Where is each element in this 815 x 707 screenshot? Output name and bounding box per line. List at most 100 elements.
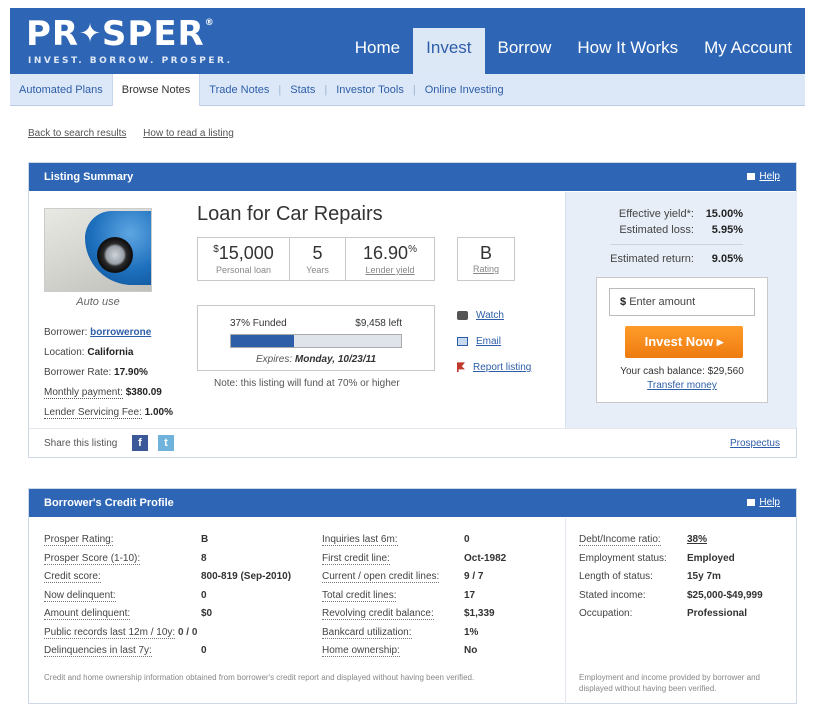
credit-key[interactable]: Total credit lines:	[322, 589, 397, 602]
report-listing-link[interactable]: Report listing	[457, 355, 531, 381]
funding-row: 37% Funded $9,458 left	[230, 318, 402, 329]
watch-link[interactable]: Watch	[457, 303, 531, 329]
credit-key[interactable]: Public records last 12m / 10y:	[44, 626, 176, 639]
lender-yield-label[interactable]: Lender yield	[346, 265, 434, 275]
credit-row: Current / open credit lines: 9 / 7	[322, 568, 572, 587]
registered-icon: ®	[204, 18, 215, 28]
sub-nav: Automated Plans Browse Notes Trade Notes…	[10, 73, 805, 106]
credit-key[interactable]: Revolving credit balance:	[322, 608, 434, 620]
credit-key[interactable]: Debt/Income ratio:	[579, 534, 661, 546]
listing-photo[interactable]	[44, 208, 152, 292]
how-to-read-link[interactable]: How to read a listing	[143, 128, 234, 139]
credit-row: First credit line: Oct-1982	[322, 550, 572, 569]
yield-summary: Effective yield*: 15.00% Estimated loss:…	[610, 206, 743, 267]
servicing-fee-key[interactable]: Lender Servicing Fee:	[44, 407, 142, 419]
credit-key: Stated income:	[579, 589, 646, 601]
share-row: Share this listing f t Prospectus	[29, 428, 796, 458]
credit-value: 15y 7m	[687, 571, 721, 582]
car-wheel	[97, 237, 133, 273]
location-row: Location: California	[44, 343, 173, 363]
funding-progress-bar	[230, 334, 402, 348]
nav-my-account[interactable]: My Account	[691, 28, 805, 74]
amount-value: 15,000	[218, 243, 274, 263]
estimated-loss-row: Estimated loss: 5.95%	[610, 222, 743, 238]
transfer-money-link[interactable]: Transfer money	[597, 380, 767, 391]
credit-key[interactable]: Current / open credit lines:	[322, 571, 440, 583]
monthly-payment-key[interactable]: Monthly payment:	[44, 387, 123, 399]
subnav-investor-tools[interactable]: Investor Tools	[327, 74, 413, 106]
invest-button-label: Invest Now	[644, 334, 714, 349]
main-nav: Home Invest Borrow How It Works My Accou…	[342, 28, 805, 74]
credit-row: Bankcard utilization: 1%	[322, 624, 572, 643]
star-logo-icon: ✦	[79, 19, 102, 49]
nav-how-it-works[interactable]: How It Works	[564, 28, 691, 74]
nav-invest[interactable]: Invest	[413, 28, 485, 74]
credit-key[interactable]: Bankcard utilization:	[322, 626, 412, 639]
credit-key[interactable]: Prosper Rating:	[44, 534, 114, 546]
credit-row: Delinquencies in last 7y: 0	[44, 642, 314, 661]
subnav-trade-notes[interactable]: Trade Notes	[200, 74, 278, 106]
loan-stats: $15,000 Personal loan 5 Years 16.90% Len…	[197, 237, 435, 281]
credit-value: 17	[464, 589, 476, 601]
breadcrumb: Back to search results How to read a lis…	[28, 128, 248, 139]
monthly-payment-value: $380.09	[125, 387, 162, 398]
subnav-browse-notes[interactable]: Browse Notes	[111, 73, 201, 106]
credit-value: B	[201, 534, 209, 545]
credit-value[interactable]: 38%	[687, 531, 707, 550]
email-link[interactable]: Email	[457, 329, 531, 355]
estimated-return-label: Estimated return:	[610, 253, 694, 265]
credit-row: Debt/Income ratio: 38%	[579, 531, 798, 550]
credit-row: Total credit lines: 17	[322, 587, 572, 606]
lender-yield-unit: %	[408, 244, 417, 255]
credit-key[interactable]: Credit score:	[44, 571, 101, 583]
prosper-logo[interactable]: PR✦SPER®	[26, 14, 215, 54]
credit-row: Revolving credit balance: $1,339	[322, 605, 572, 624]
help-link[interactable]: Help	[747, 163, 780, 191]
rating-value: B	[479, 243, 492, 263]
credit-value: 0	[464, 534, 470, 545]
rating-box: B Rating	[457, 237, 515, 281]
credit-key[interactable]: First credit line:	[322, 552, 390, 565]
email-icon	[457, 336, 468, 346]
stat-years: 5 Years	[290, 238, 346, 280]
prospectus-link[interactable]: Prospectus	[730, 438, 780, 449]
facebook-icon[interactable]: f	[132, 435, 148, 451]
amount-placeholder: Enter amount	[629, 296, 696, 308]
subnav-stats[interactable]: Stats	[281, 74, 324, 106]
subnav-automated-plans[interactable]: Automated Plans	[10, 74, 112, 106]
back-to-search-link[interactable]: Back to search results	[28, 128, 126, 139]
effective-yield-value: 15.00%	[705, 208, 743, 220]
borrower-name-link[interactable]: borrowerone	[90, 327, 151, 338]
credit-row: Public records last 12m / 10y: 0 / 0	[44, 624, 314, 643]
help-icon	[747, 498, 756, 506]
credit-key[interactable]: Inquiries last 6m:	[322, 534, 398, 546]
logo-text-left: PR	[26, 14, 80, 54]
monthly-payment-row: Monthly payment: $380.09	[44, 383, 173, 403]
watch-label: Watch	[476, 310, 504, 321]
credit-key[interactable]: Now delinquent:	[44, 589, 116, 602]
estimated-return-value: 9.05%	[711, 253, 743, 265]
credit-key[interactable]: Delinquencies in last 7y:	[44, 645, 152, 657]
credit-row: Credit score: 800-819 (Sep-2010)	[44, 568, 314, 587]
credit-column-1: Prosper Rating: B Prosper Score (1-10): 8 …	[44, 531, 314, 661]
panel-title: Borrower's Credit Profile	[44, 497, 174, 509]
credit-key[interactable]: Amount delinquent:	[44, 608, 131, 620]
estimated-loss-value: 5.95%	[711, 224, 743, 236]
credit-row: Amount delinquent: $0	[44, 605, 314, 624]
nav-borrow[interactable]: Borrow	[485, 28, 565, 74]
twitter-icon[interactable]: t	[158, 435, 174, 451]
credit-value: $1,339	[464, 608, 495, 619]
nav-home[interactable]: Home	[342, 28, 413, 74]
amount-input[interactable]: $ Enter amount	[609, 288, 755, 316]
credit-key[interactable]: Home ownership:	[322, 645, 400, 657]
subnav-online-investing[interactable]: Online Investing	[416, 74, 513, 106]
credit-key[interactable]: Prosper Score (1-10):	[44, 552, 141, 565]
credit-value: Employed	[687, 552, 735, 564]
credit-profile-header: Borrower's Credit Profile Help	[29, 489, 796, 517]
credit-row: Employment status: Employed	[579, 550, 798, 569]
logo-text-right: SPER	[101, 14, 205, 54]
credit-value: 0	[201, 645, 207, 656]
invest-now-button[interactable]: Invest Now ▸	[625, 326, 743, 358]
help-link[interactable]: Help	[747, 489, 780, 517]
rating-label[interactable]: Rating	[458, 264, 514, 274]
